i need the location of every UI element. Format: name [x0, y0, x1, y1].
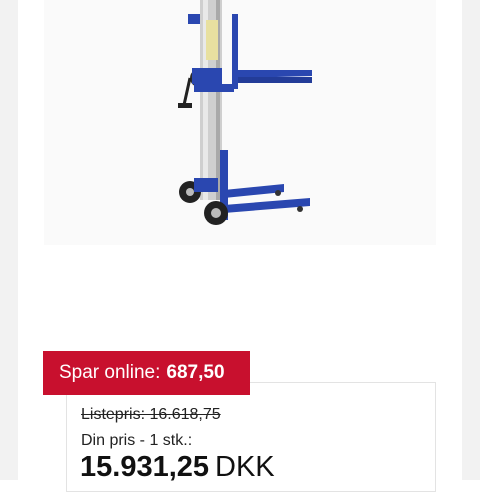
lift-wheel-back-hub [186, 188, 194, 196]
lift-lower-fork [224, 184, 284, 198]
lift-base-leg [224, 198, 310, 213]
lift-label [206, 20, 218, 60]
left-gutter [0, 0, 18, 480]
lift-top-bracket [188, 14, 200, 24]
savings-label: Spar online: [59, 362, 161, 383]
savings-badge: Spar online: 687,50 [43, 351, 250, 395]
lift-caster-rear [297, 206, 303, 212]
price-value: 15.931,25 [80, 451, 210, 483]
your-price-label: Din pris - 1 stk.: [81, 432, 193, 449]
price-currency: DKK [215, 451, 275, 483]
price-row: 15.931,25 DKK [80, 451, 275, 484]
savings-amount: 687,50 [166, 362, 225, 383]
list-price: Listepris: 16.618,75 [81, 406, 221, 423]
product-image[interactable] [44, 0, 436, 245]
lift-caster-front [275, 190, 281, 196]
lift-upper-fork-2 [238, 77, 312, 83]
right-gutter [462, 0, 480, 480]
winch-housing [192, 68, 222, 84]
lift-wheel-bracket [194, 178, 218, 192]
lift-upper-fork [238, 70, 312, 78]
lift-cross-bar [194, 84, 234, 92]
lift-carriage [232, 14, 238, 89]
lift-wheel-front-hub [211, 208, 221, 218]
winch-handle [182, 77, 192, 106]
winch-grip [178, 103, 192, 108]
product-image-frame[interactable] [44, 0, 436, 245]
